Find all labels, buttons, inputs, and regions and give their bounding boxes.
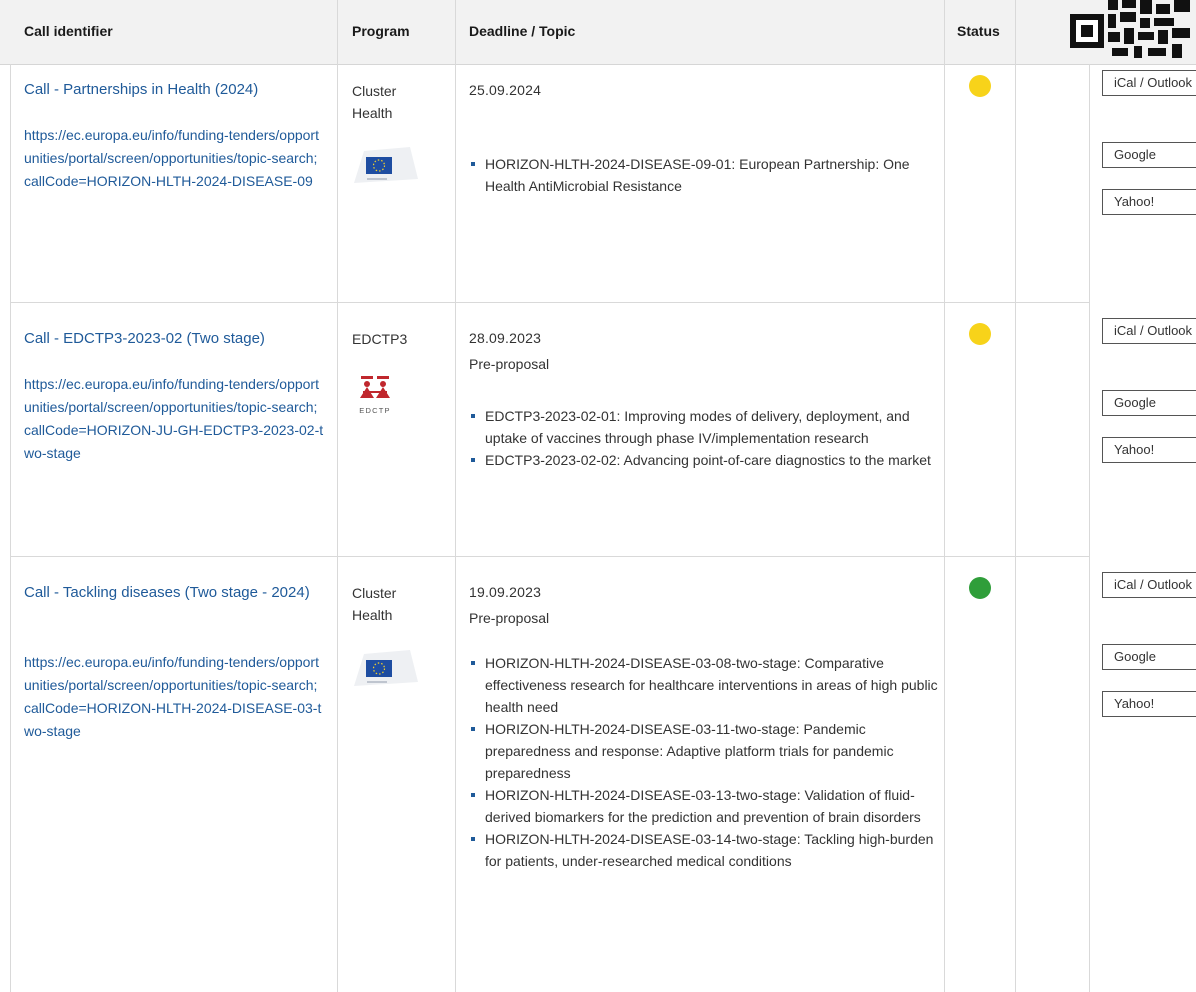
- column-divider: [944, 0, 945, 992]
- stage-label: Pre-proposal: [469, 356, 550, 372]
- list-item: HORIZON-HLTH-2024-DISEASE-03-08-two-stag…: [469, 652, 939, 718]
- yahoo-calendar-button[interactable]: Yahoo!: [1102, 691, 1196, 717]
- table-header: Call identifier Program Deadline / Topic…: [0, 0, 1196, 65]
- eu-commission-logo: [350, 648, 422, 695]
- call-url-link[interactable]: https://ec.europa.eu/info/funding-tender…: [24, 124, 324, 193]
- column-divider: [337, 0, 338, 992]
- status-indicator: [969, 577, 991, 599]
- deadline-date: 25.09.2024: [469, 82, 542, 98]
- call-url-link[interactable]: https://ec.europa.eu/info/funding-tender…: [24, 373, 324, 465]
- edctp-logo-text: EDCTP: [359, 406, 390, 415]
- deadline-date: 19.09.2023: [469, 584, 542, 600]
- list-item: HORIZON-HLTH-2024-DISEASE-03-14-two-stag…: [469, 828, 939, 872]
- ical-outlook-button[interactable]: iCal / Outlook: [1102, 318, 1196, 344]
- google-calendar-button[interactable]: Google: [1102, 390, 1196, 416]
- program-name: Cluster Health: [352, 83, 397, 121]
- qr-code-icon: [1064, 0, 1196, 64]
- column-divider: [1015, 0, 1016, 992]
- call-url-link[interactable]: https://ec.europa.eu/info/funding-tender…: [24, 651, 324, 743]
- edctp-logo: EDCTP: [358, 370, 392, 423]
- column-divider: [455, 0, 456, 992]
- header-program: Program: [352, 23, 410, 39]
- eu-commission-logo: [350, 145, 422, 192]
- row-divider: [10, 556, 1090, 557]
- program-name: Cluster Health: [352, 585, 397, 623]
- list-item: HORIZON-HLTH-2024-DISEASE-09-01: Europea…: [469, 153, 939, 197]
- yahoo-calendar-button[interactable]: Yahoo!: [1102, 437, 1196, 463]
- yahoo-calendar-button[interactable]: Yahoo!: [1102, 189, 1196, 215]
- header-deadline-topic: Deadline / Topic: [469, 23, 576, 39]
- status-indicator: [969, 75, 991, 97]
- topic-list: EDCTP3-2023-02-01: Improving modes of de…: [469, 405, 939, 471]
- topic-list: HORIZON-HLTH-2024-DISEASE-03-08-two-stag…: [469, 652, 939, 872]
- ical-outlook-button[interactable]: iCal / Outlook: [1102, 70, 1196, 96]
- row-divider: [10, 302, 1090, 303]
- deadline-date: 28.09.2023: [469, 330, 542, 346]
- list-item: EDCTP3-2023-02-01: Improving modes of de…: [469, 405, 939, 449]
- call-title-link[interactable]: Call - Partnerships in Health (2024): [24, 77, 324, 103]
- column-divider: [10, 64, 11, 992]
- call-title-link[interactable]: Call - EDCTP3-2023-02 (Two stage): [24, 326, 324, 352]
- program-name: EDCTP3: [352, 331, 408, 347]
- google-calendar-button[interactable]: Google: [1102, 142, 1196, 168]
- call-title-link[interactable]: Call - Tackling diseases (Two stage - 20…: [24, 580, 324, 606]
- list-item: EDCTP3-2023-02-02: Advancing point-of-ca…: [469, 449, 939, 471]
- list-item: HORIZON-HLTH-2024-DISEASE-03-13-two-stag…: [469, 784, 939, 828]
- header-status: Status: [957, 23, 1000, 39]
- list-item: HORIZON-HLTH-2024-DISEASE-03-11-two-stag…: [469, 718, 939, 784]
- google-calendar-button[interactable]: Google: [1102, 644, 1196, 670]
- ical-outlook-button[interactable]: iCal / Outlook: [1102, 572, 1196, 598]
- topic-list: HORIZON-HLTH-2024-DISEASE-09-01: Europea…: [469, 153, 939, 197]
- status-indicator: [969, 323, 991, 345]
- header-call-identifier: Call identifier: [24, 23, 113, 39]
- column-divider: [1089, 64, 1090, 992]
- stage-label: Pre-proposal: [469, 610, 550, 626]
